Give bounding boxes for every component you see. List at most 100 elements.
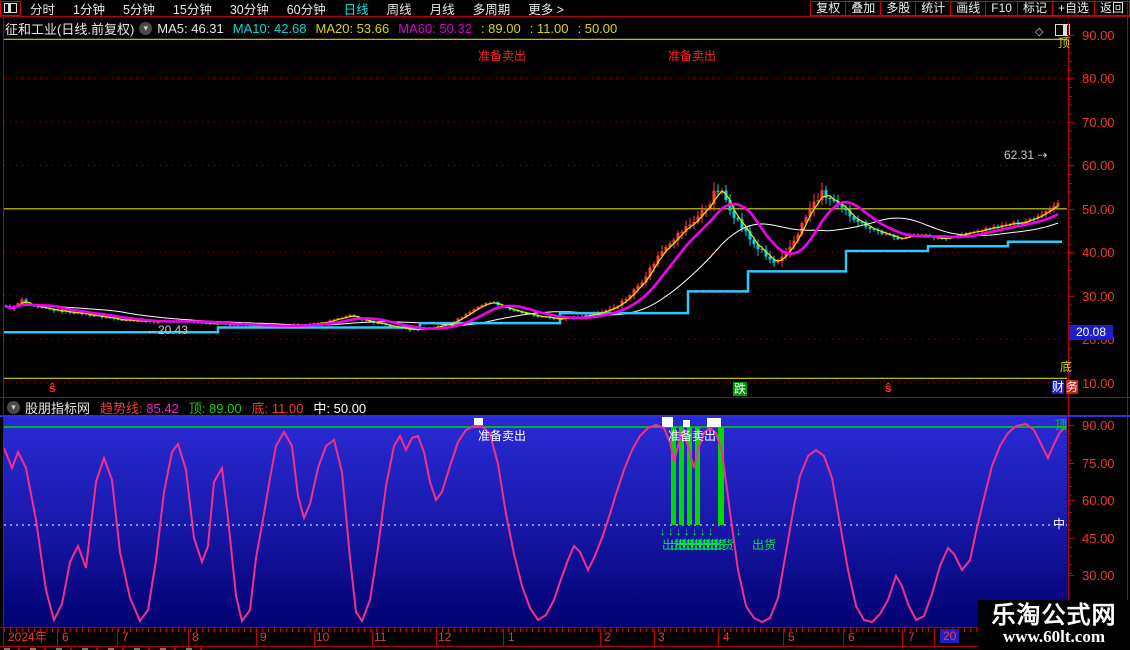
toolbar-divider — [0, 16, 1130, 17]
time-separator — [934, 629, 935, 646]
sell-arrow-icon: ↓ — [660, 527, 666, 538]
time-label-3: 3 — [658, 631, 665, 643]
ma-value: MA5: 46.31 — [157, 21, 224, 36]
chevron-down-icon[interactable]: ▾ — [7, 401, 20, 414]
white-peak-block — [662, 417, 673, 427]
ma-value: MA20: 53.66 — [316, 21, 390, 36]
time-label-4: 4 — [723, 631, 730, 643]
support-step-line — [4, 242, 1062, 332]
price-axis-label: 40.00 — [1082, 246, 1115, 259]
sell-marker: ŝ — [49, 382, 56, 394]
indicator-top-edge-label: 顶 — [1055, 419, 1067, 431]
time-separator — [783, 629, 784, 646]
pane-glyph-icon — [4, 3, 17, 13]
time-label-6: 6 — [848, 631, 855, 643]
period-tab-更多 >[interactable]: 更多 > — [519, 0, 573, 18]
finance-badge: 财 — [1052, 380, 1064, 394]
time-label-10: 10 — [316, 631, 329, 643]
toolbar-button-+自选[interactable]: +自选 — [1052, 1, 1095, 16]
time-label-2024年: 2024年 — [8, 631, 47, 643]
price-axis-label: 30.00 — [1082, 290, 1115, 303]
period-tab-60分钟[interactable]: 60分钟 — [278, 0, 335, 18]
period-tabs: 分时1分钟5分钟15分钟30分钟60分钟日线周线月线多周期更多 > — [21, 0, 573, 16]
time-axis[interactable]: 2024年6789101112123456720 — [0, 628, 1130, 646]
oscillator-axis-label: 30.00 — [1082, 569, 1115, 582]
bottom-level-label: 底 — [1060, 361, 1072, 373]
period-tab-周线[interactable]: 周线 — [378, 0, 421, 18]
toolbar-button-返回[interactable]: 返回 — [1094, 1, 1130, 16]
indicator-value: 中: 50.00 — [313, 401, 366, 416]
price-axis-label: 10.00 — [1082, 377, 1115, 390]
chart-border-left — [3, 17, 4, 646]
time-label-5: 5 — [788, 631, 795, 643]
sell-arrow-icon: ↓ — [692, 527, 698, 538]
diamond-icon[interactable]: ◇ — [1035, 23, 1043, 39]
prepare-sell-label: 准备卖出 — [478, 50, 526, 62]
oscillator-axis-label: 75.00 — [1082, 457, 1115, 470]
toolbar-button-标记[interactable]: 标记 — [1017, 1, 1053, 16]
time-label-6: 6 — [62, 631, 69, 643]
period-tab-5分钟[interactable]: 5分钟 — [114, 0, 164, 18]
period-tab-1分钟[interactable]: 1分钟 — [64, 0, 114, 18]
watermark-title: 乐淘公式网 — [992, 603, 1117, 628]
time-separator — [654, 629, 655, 646]
sell-arrow-icon: ↓ — [676, 527, 682, 538]
top-toolbar: 分时1分钟5分钟15分钟30分钟60分钟日线周线月线多周期更多 > 复权叠加多股… — [0, 0, 1130, 16]
oscillator-axis-label: 90.00 — [1082, 419, 1115, 432]
stock-name[interactable]: 征和工业(日线.前复权) — [5, 19, 134, 38]
sell-signal-label: 出货 — [710, 539, 734, 551]
period-tab-月线[interactable]: 月线 — [421, 0, 464, 18]
time-separator — [372, 629, 373, 646]
finance-badge-2: 务 — [1066, 380, 1078, 394]
toolbar-button-复权[interactable]: 复权 — [810, 1, 846, 16]
toolbar-button-叠加[interactable]: 叠加 — [845, 1, 881, 16]
last-price-badge: 20.08 — [1069, 325, 1113, 340]
watermark: 乐淘公式网 www.60lt.com — [978, 600, 1130, 650]
indicator-values: 趋势线: 85.42顶: 89.00底: 11.00中: 50.00 — [100, 398, 376, 417]
main-price-chart[interactable] — [4, 38, 1067, 397]
ma-value: MA10: 42.68 — [233, 21, 307, 36]
toolbar-buttons: 复权叠加多股统计画线F10标记+自选返回 — [811, 0, 1130, 16]
period-tab-分时[interactable]: 分时 — [21, 0, 64, 18]
bottom-border — [0, 646, 1130, 647]
price-axis-label: 50.00 — [1082, 203, 1115, 216]
ma-value: : 11.00 — [530, 21, 569, 36]
time-separator — [188, 629, 189, 646]
indicator-header: ▾ 股朋指标网 趋势线: 85.42顶: 89.00底: 11.00中: 50.… — [2, 399, 376, 415]
sell-signal-label: 出货 — [752, 539, 776, 551]
time-separator — [256, 629, 257, 646]
toolbar-button-多股[interactable]: 多股 — [880, 1, 916, 16]
period-tab-30分钟[interactable]: 30分钟 — [221, 0, 278, 18]
period-tab-日线[interactable]: 日线 — [335, 0, 378, 18]
toolbar-button-统计[interactable]: 统计 — [915, 1, 951, 16]
price-axis-label: 90.00 — [1082, 29, 1115, 42]
prepare-sell-label-indicator: 准备卖出 — [478, 430, 526, 442]
white-peak-block — [683, 420, 690, 427]
time-separator — [600, 629, 601, 646]
oscillator-axis-minor-ticks — [1069, 425, 1072, 575]
time-separator — [902, 629, 903, 646]
toolbar-button-画线[interactable]: 画线 — [950, 1, 986, 16]
time-separator — [436, 629, 437, 646]
time-label-7: 7 — [908, 631, 915, 643]
time-label-12: 12 — [438, 631, 451, 643]
window-split-icon[interactable] — [0, 1, 21, 16]
low-price-label: ←20.43 — [146, 324, 188, 336]
oscillator-axis-tick — [1068, 575, 1074, 576]
indicator-name[interactable]: 股朋指标网 — [25, 398, 90, 417]
oscillator-panel[interactable] — [4, 417, 1067, 627]
chart-title-bar: 征和工业(日线.前复权) ▾ MA5: 46.31 MA10: 42.68 MA20… — [5, 19, 626, 37]
period-tab-多周期[interactable]: 多周期 — [464, 0, 520, 18]
ma-trend-line — [6, 202, 1058, 329]
chevron-down-icon[interactable]: ▾ — [139, 22, 152, 35]
period-tab-15分钟[interactable]: 15分钟 — [164, 0, 221, 18]
sell-arrow-icon: ↓ — [684, 527, 690, 538]
indicator-value: 趋势线: 85.42 — [100, 401, 179, 416]
price-axis-label: 70.00 — [1082, 116, 1115, 129]
sell-arrow-icon: ↓ — [708, 527, 714, 538]
time-label-11: 11 — [374, 631, 386, 643]
sell-arrow-icon: ↓ — [700, 527, 706, 538]
toolbar-button-F10[interactable]: F10 — [985, 1, 1018, 16]
prepare-sell-label-indicator: 准备卖出 — [668, 430, 716, 442]
time-separator — [843, 629, 844, 646]
